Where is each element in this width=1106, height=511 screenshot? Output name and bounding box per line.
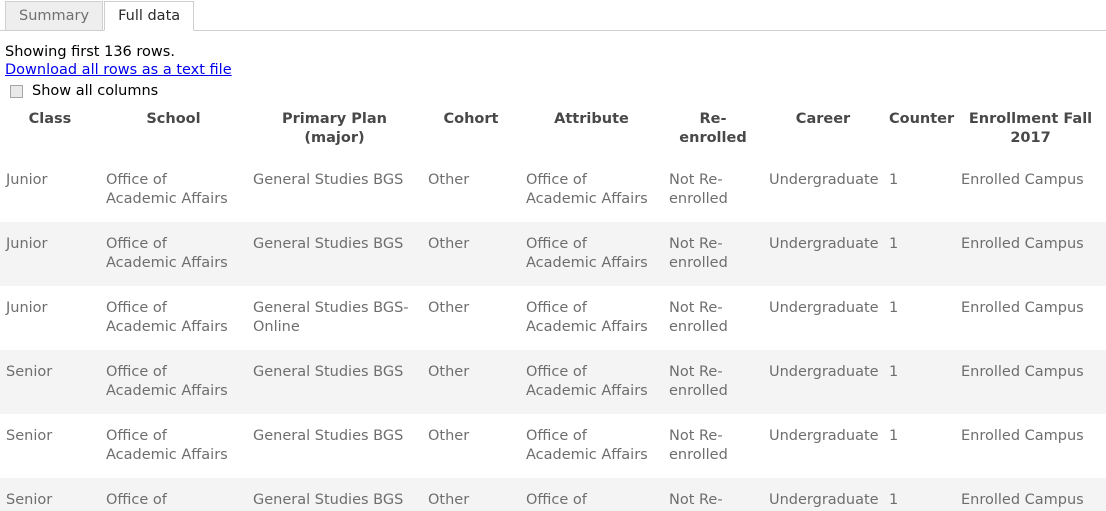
- table-row[interactable]: Junior Office of Academic Affairs Genera…: [0, 158, 1106, 222]
- download-all-rows-link[interactable]: Download all rows as a text file: [5, 61, 232, 80]
- cell-re-enrolled: Not Re-enrolled: [669, 364, 728, 399]
- cell-enrollment: Enrolled Campus: [961, 364, 1084, 380]
- full-data-table: Class School Primary Plan (major) Cohort…: [0, 108, 1106, 511]
- cell-enrollment: Enrolled Campus: [961, 300, 1084, 316]
- show-all-columns-checkbox[interactable]: [10, 84, 23, 98]
- tab-summary-label: Summary: [19, 7, 90, 24]
- tab-summary[interactable]: Summary: [5, 0, 104, 31]
- cell-re-enrolled: Not Re-enrolled: [669, 492, 723, 508]
- showing-rows-text: Showing first 136 rows.: [5, 44, 175, 60]
- cell-enrollment: Enrolled Campus: [961, 492, 1084, 508]
- cell-school: Office of Academic Affairs: [106, 236, 228, 271]
- cell-cohort: Other: [428, 492, 470, 508]
- cell-career: Undergraduate: [769, 300, 879, 316]
- cell-enrollment: Enrolled Campus: [961, 236, 1084, 252]
- column-header-re-enrolled[interactable]: Re-enrolled: [663, 108, 763, 158]
- table-row[interactable]: Senior Office of Academic Affairs Genera…: [0, 414, 1106, 478]
- table-row[interactable]: Junior Office of Academic Affairs Genera…: [0, 222, 1106, 286]
- cell-school: Office of Academic Affairs: [106, 300, 228, 335]
- cell-school: Office of Academic Affairs: [106, 172, 228, 207]
- column-header-career[interactable]: Career: [763, 108, 883, 158]
- cell-primary-plan: General Studies BGS: [253, 492, 404, 508]
- cell-counter: 1: [889, 492, 899, 508]
- table-row[interactable]: Junior Office of Academic Affairs Genera…: [0, 286, 1106, 350]
- column-header-attribute[interactable]: Attribute: [520, 108, 663, 158]
- cell-class: Junior: [6, 172, 48, 188]
- cell-class: Senior: [6, 492, 53, 508]
- table-header-row: Class School Primary Plan (major) Cohort…: [0, 108, 1106, 158]
- cell-enrollment: Enrolled Campus: [961, 428, 1084, 444]
- info-block: Showing first 136 rows. Download all row…: [0, 31, 1106, 99]
- cell-enrollment: Enrolled Campus: [961, 172, 1084, 188]
- column-header-class[interactable]: Class: [0, 108, 100, 158]
- column-header-school[interactable]: School: [100, 108, 247, 158]
- cell-school: Office of Academic Affairs: [106, 364, 228, 399]
- cell-attribute: Office of Academic Affairs: [526, 236, 648, 271]
- cell-attribute: Office of Academic Affairs: [526, 492, 587, 508]
- cell-primary-plan: General Studies BGS-Online: [253, 300, 409, 335]
- cell-primary-plan: General Studies BGS: [253, 236, 404, 252]
- cell-class: Senior: [6, 428, 53, 444]
- cell-counter: 1: [889, 428, 899, 444]
- full-data-page: Summary Full data Showing first 136 rows…: [0, 0, 1106, 511]
- table-row[interactable]: Senior Office of Academic Affairs Genera…: [0, 350, 1106, 414]
- cell-career: Undergraduate: [769, 492, 879, 508]
- cell-attribute: Office of Academic Affairs: [526, 172, 648, 207]
- cell-primary-plan: General Studies BGS: [253, 428, 404, 444]
- cell-cohort: Other: [428, 300, 470, 316]
- table-header: Class School Primary Plan (major) Cohort…: [0, 108, 1106, 158]
- column-header-counter[interactable]: Counter: [883, 108, 955, 158]
- cell-school: Office of Academic Affairs: [106, 492, 167, 508]
- cell-career: Undergraduate: [769, 428, 879, 444]
- cell-school: Office of Academic Affairs: [106, 428, 228, 463]
- cell-career: Undergraduate: [769, 172, 879, 188]
- tab-full-data-label: Full data: [118, 7, 181, 24]
- cell-class: Senior: [6, 364, 53, 380]
- cell-re-enrolled: Not Re-enrolled: [669, 428, 728, 463]
- cell-counter: 1: [889, 236, 899, 252]
- cell-attribute: Office of Academic Affairs: [526, 300, 648, 335]
- tab-full-data[interactable]: Full data: [104, 0, 195, 31]
- cell-attribute: Office of Academic Affairs: [526, 428, 648, 463]
- cell-re-enrolled: Not Re-enrolled: [669, 172, 728, 207]
- column-header-cohort[interactable]: Cohort: [422, 108, 520, 158]
- cell-re-enrolled: Not Re-enrolled: [669, 236, 728, 271]
- cell-cohort: Other: [428, 236, 470, 252]
- table-row[interactable]: Senior Office of Academic Affairs Genera…: [0, 478, 1106, 511]
- cell-primary-plan: General Studies BGS: [253, 364, 404, 380]
- cell-counter: 1: [889, 364, 899, 380]
- cell-cohort: Other: [428, 364, 470, 380]
- cell-attribute: Office of Academic Affairs: [526, 364, 648, 399]
- cell-cohort: Other: [428, 172, 470, 188]
- cell-counter: 1: [889, 172, 899, 188]
- table-body: Junior Office of Academic Affairs Genera…: [0, 158, 1106, 511]
- cell-re-enrolled: Not Re-enrolled: [669, 300, 728, 335]
- cell-class: Junior: [6, 236, 48, 252]
- cell-primary-plan: General Studies BGS: [253, 172, 404, 188]
- column-header-enrollment[interactable]: Enrollment Fall 2017: [955, 108, 1106, 158]
- cell-cohort: Other: [428, 428, 470, 444]
- cell-class: Junior: [6, 300, 48, 316]
- cell-career: Undergraduate: [769, 364, 879, 380]
- show-all-columns-row: Show all columns: [5, 83, 1106, 99]
- cell-counter: 1: [889, 300, 899, 316]
- cell-career: Undergraduate: [769, 236, 879, 252]
- tab-strip: Summary Full data: [0, 0, 1106, 31]
- show-all-columns-label: Show all columns: [32, 83, 159, 99]
- column-header-primary-plan[interactable]: Primary Plan (major): [247, 108, 422, 158]
